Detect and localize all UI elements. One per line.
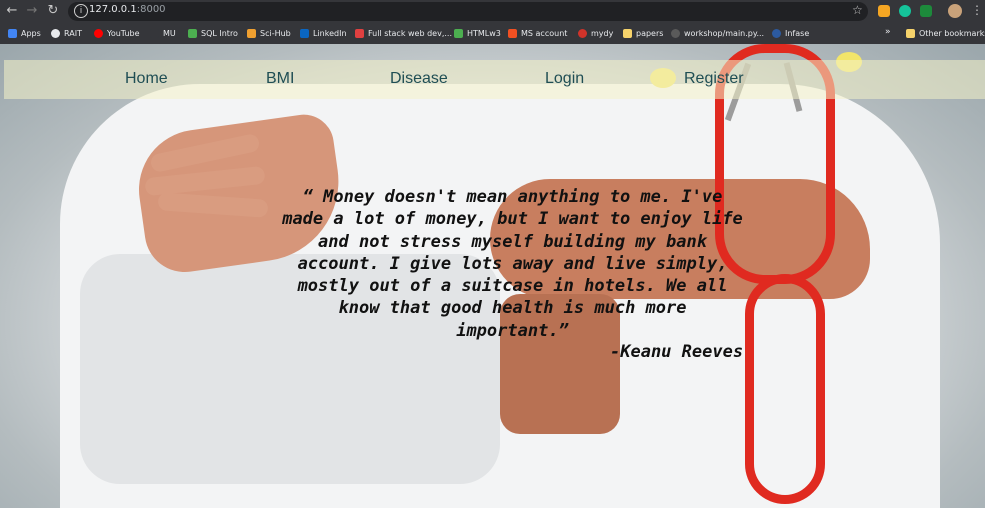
bookmark-full-stack[interactable]: Full stack web dev,...: [355, 27, 452, 40]
bookmark-youtube[interactable]: YouTube: [94, 27, 140, 40]
bookmark-label: Apps: [21, 29, 41, 38]
address-bar[interactable]: i 127.0.0.1:8000: [68, 2, 868, 21]
back-arrow-icon[interactable]: ←: [5, 4, 19, 18]
bookmark-label: Other bookmarks: [919, 29, 985, 38]
bookmark-label: Full stack web dev,...: [368, 29, 452, 38]
folder-icon: [906, 29, 915, 38]
menu-dots-icon[interactable]: ⋮: [971, 3, 983, 17]
extension-icon[interactable]: [878, 5, 890, 17]
github-icon: [671, 29, 680, 38]
info-icon[interactable]: i: [74, 4, 88, 18]
w3-icon: [188, 29, 197, 38]
bookmark-label: YouTube: [107, 29, 140, 38]
bookmark-label: mydy: [591, 29, 614, 38]
bookmark-label: HTMLw3: [467, 29, 501, 38]
bookmark-apps[interactable]: Apps: [8, 27, 41, 40]
bookmark-label: MU: [163, 29, 176, 38]
bookmark-label: Sci-Hub: [260, 29, 291, 38]
bookmark-ms-account[interactable]: MS account: [508, 27, 567, 40]
bookmark-htmlw3[interactable]: HTMLw3: [454, 27, 501, 40]
forward-arrow-icon[interactable]: →: [25, 4, 39, 18]
apps-grid-icon: [8, 29, 17, 38]
bookmark-sql-intro[interactable]: SQL Intro: [188, 27, 238, 40]
bookmark-papers[interactable]: papers: [623, 27, 663, 40]
microsoft-icon: [508, 29, 517, 38]
w3-icon: [454, 29, 463, 38]
bookmark-label: workshop/main.py...: [684, 29, 765, 38]
bookmark-label: papers: [636, 29, 664, 38]
stethoscope-tube: [745, 274, 825, 504]
infase-icon: [772, 29, 781, 38]
bookmark-sci-hub[interactable]: Sci-Hub: [247, 27, 291, 40]
bookmark-label: Infase: [785, 29, 810, 38]
bookmark-mydy[interactable]: mydy: [578, 27, 613, 40]
bookmark-other[interactable]: Other bookmarks: [906, 27, 985, 40]
bookmark-linkedin[interactable]: LinkedIn: [300, 27, 347, 40]
quote-author: -Keanu Reeves: [610, 342, 744, 362]
bookmarks-bar: Apps RAIT YouTube MU SQL Intro Sci-Hub L…: [0, 23, 985, 44]
mydy-icon: [578, 29, 587, 38]
linkedin-icon: [300, 29, 309, 38]
url-host: 127.0.0.1: [89, 4, 137, 15]
nav-register-link[interactable]: Register: [684, 70, 744, 88]
nav-login-link[interactable]: Login: [545, 70, 584, 88]
bookmark-infase[interactable]: Infase: [772, 27, 809, 40]
grammarly-icon[interactable]: [899, 5, 911, 17]
url-text: 127.0.0.1:8000: [89, 4, 166, 15]
top-navbar: Home BMI Disease Login Register: [4, 60, 985, 99]
browser-toolbar: ← → ↻ i 127.0.0.1:8000 ☆ ⋮: [0, 0, 985, 23]
bookmark-mu[interactable]: MU: [150, 27, 176, 40]
excel-extension-icon[interactable]: [920, 5, 932, 17]
bookmark-label: SQL Intro: [201, 29, 238, 38]
browser-chrome: ← → ↻ i 127.0.0.1:8000 ☆ ⋮ Apps RAIT You…: [0, 0, 985, 44]
mu-icon: [150, 29, 159, 38]
nav-bmi-link[interactable]: BMI: [266, 70, 294, 88]
nav-disease-link[interactable]: Disease: [390, 70, 448, 88]
reload-icon[interactable]: ↻: [46, 4, 60, 18]
bookmark-star-icon[interactable]: ☆: [852, 3, 863, 17]
more-bookmarks-button[interactable]: »: [885, 27, 891, 37]
fullstack-icon: [355, 29, 364, 38]
folder-icon: [623, 29, 632, 38]
nav-home-link[interactable]: Home: [125, 70, 168, 88]
bookmark-label: LinkedIn: [313, 29, 347, 38]
globe-icon: [51, 29, 60, 38]
url-port: :8000: [136, 4, 166, 15]
profile-avatar[interactable]: [948, 4, 962, 18]
bookmark-label: RAIT: [64, 29, 82, 38]
bookmark-rait[interactable]: RAIT: [51, 27, 82, 40]
scihub-icon: [247, 29, 256, 38]
bookmark-label: MS account: [521, 29, 568, 38]
quote-text: “ Money doesn't mean anything to me. I'v…: [282, 187, 743, 341]
youtube-icon: [94, 29, 103, 38]
bookmark-workshop[interactable]: workshop/main.py...: [671, 27, 764, 40]
page-body: Home BMI Disease Login Register “ Money …: [0, 44, 985, 508]
